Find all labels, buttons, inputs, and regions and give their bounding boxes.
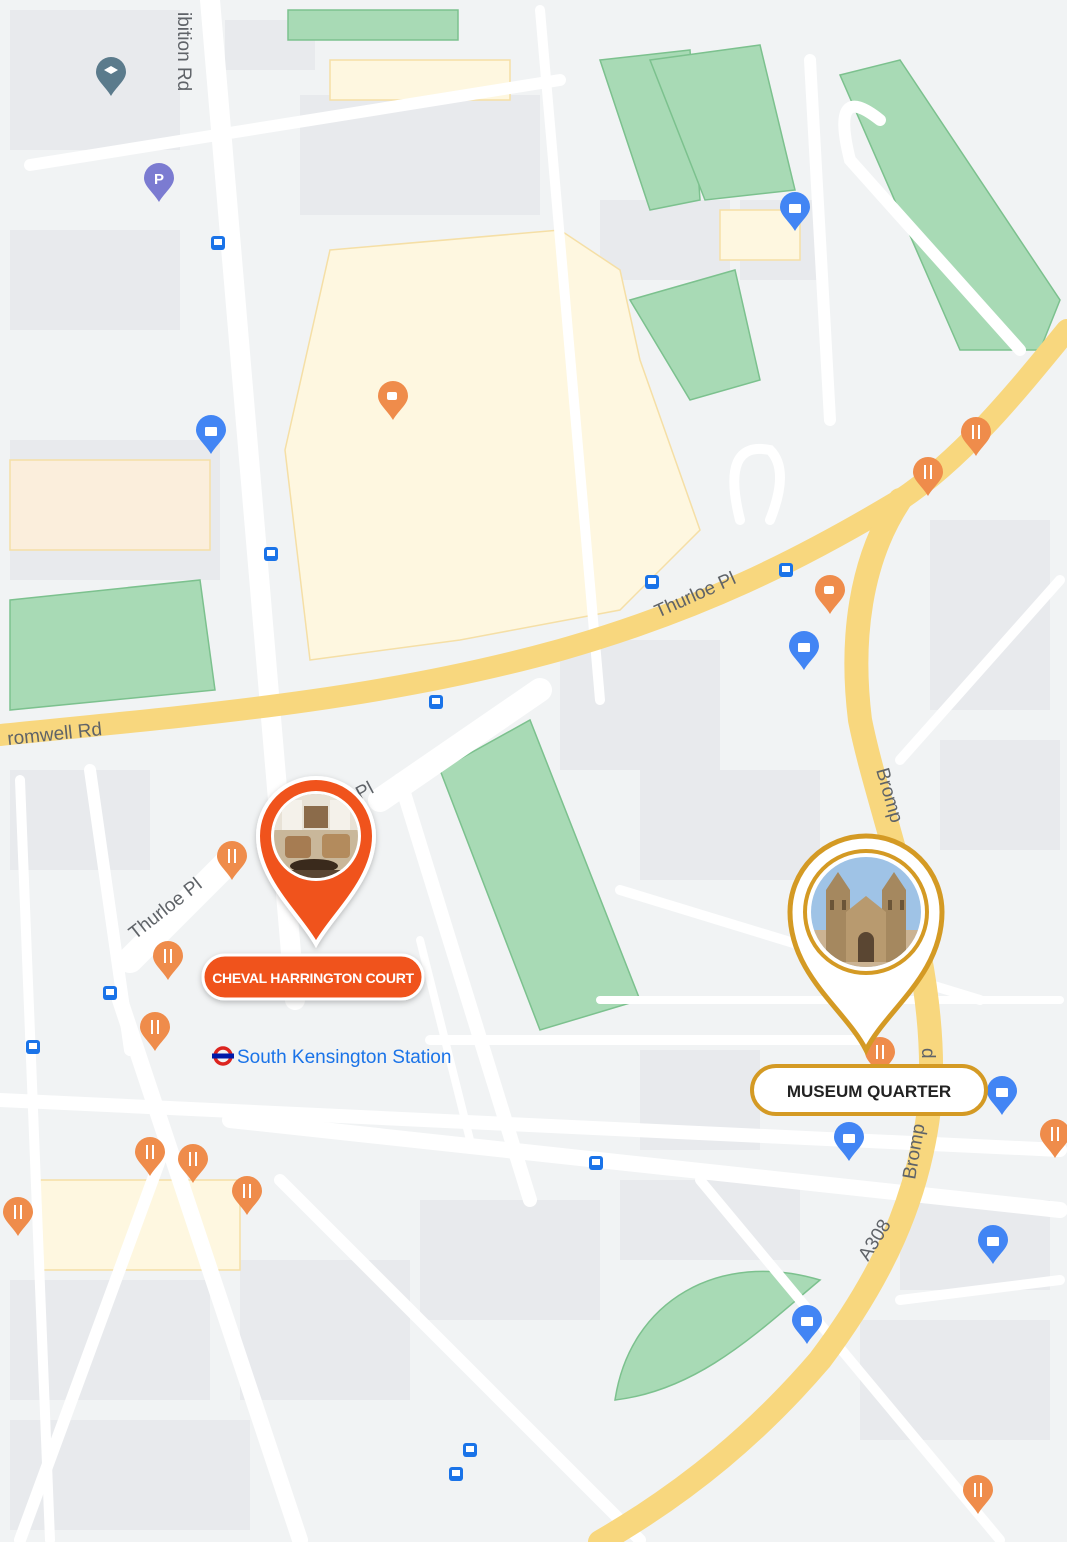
bus-stop-icon bbox=[645, 575, 659, 589]
station-label: South Kensington Station bbox=[237, 1047, 451, 1068]
bus-stop-icon bbox=[449, 1467, 463, 1481]
south-kensington-station[interactable]: South Kensington Station bbox=[212, 1046, 451, 1068]
map-canvas[interactable]: ibition Rd romwell Rd Thurloe Pl Thurloe… bbox=[0, 0, 1067, 1542]
bus-stop-icon bbox=[429, 695, 443, 709]
bus-stop-icon bbox=[103, 986, 117, 1000]
museum-quarter-label: MUSEUM QUARTER bbox=[787, 1082, 951, 1101]
cheval-harrington-court-label: CHEVAL HARRINGTON COURT bbox=[212, 970, 414, 986]
bus-stop-icon bbox=[211, 236, 225, 250]
bus-stop-icon bbox=[26, 1040, 40, 1054]
bus-stop-icon bbox=[463, 1443, 477, 1457]
svg-text:P: P bbox=[154, 171, 164, 188]
brompton-rd-label-mid: d bbox=[917, 1048, 938, 1059]
bus-stop-icon bbox=[589, 1156, 603, 1170]
bus-stop-icon bbox=[779, 563, 793, 577]
exhibition-rd-label: ibition Rd bbox=[173, 12, 194, 91]
bus-stop-icon bbox=[264, 547, 278, 561]
